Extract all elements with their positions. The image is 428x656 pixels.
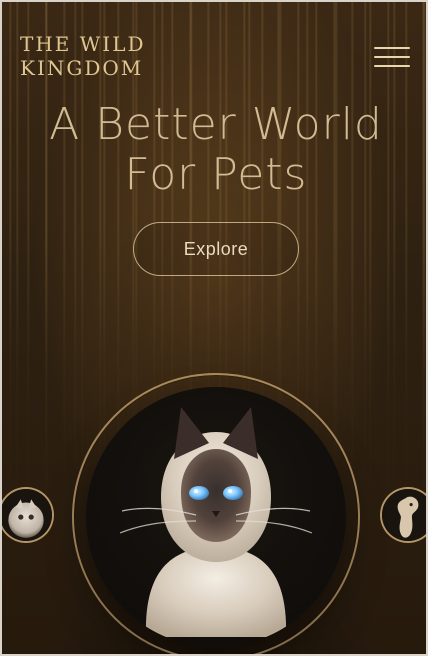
brand-line-2: KINGDOM xyxy=(20,56,144,80)
menu-icon xyxy=(374,47,410,49)
hero-title-line-2: For Pets xyxy=(124,149,308,200)
brand-logo[interactable]: THE WILD KINGDOM xyxy=(20,32,146,80)
menu-icon xyxy=(374,65,410,67)
brand-line-1: THE WILD xyxy=(20,32,146,56)
siamese-cat-illustration xyxy=(119,407,313,637)
explore-button[interactable]: Explore xyxy=(133,222,299,276)
pet-carousel xyxy=(2,362,426,654)
carousel-prev-thumbnail[interactable] xyxy=(2,487,54,543)
dog-thumbnail-icon xyxy=(382,489,426,541)
hero-title: A Better World For Pets xyxy=(2,99,426,200)
menu-icon xyxy=(374,56,410,58)
menu-button[interactable] xyxy=(374,42,412,72)
carousel-next-thumbnail[interactable] xyxy=(380,487,426,543)
hero-title-line-1: A Better World xyxy=(49,99,383,150)
top-header: THE WILD KINGDOM xyxy=(20,32,412,84)
cat-thumbnail-icon xyxy=(2,489,52,541)
app-screen: THE WILD KINGDOM A Better World For Pets… xyxy=(0,0,428,656)
carousel-active-item[interactable] xyxy=(86,387,346,647)
